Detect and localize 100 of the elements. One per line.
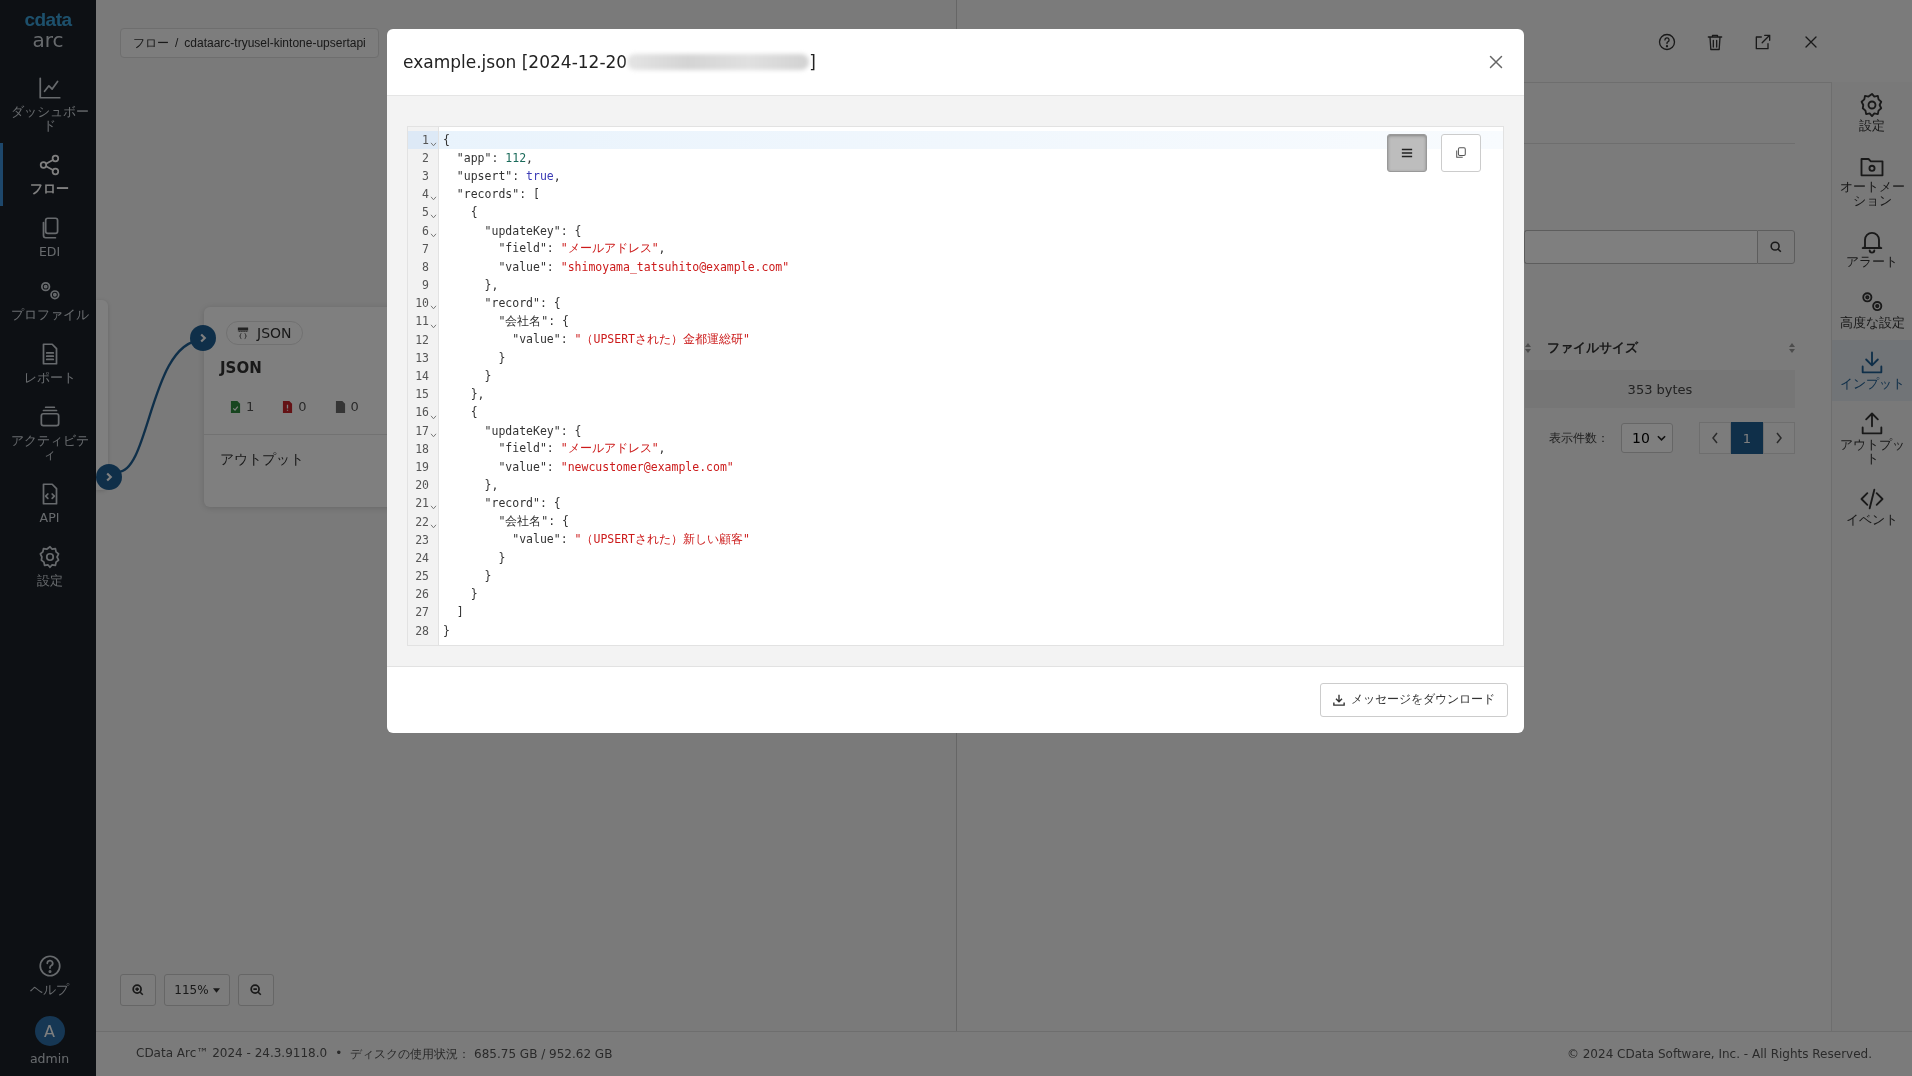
count-label: 0 [298, 399, 307, 414]
code-line: } [483, 369, 492, 384]
line-number: 5 [422, 205, 429, 220]
fold-chevron-icon[interactable] [430, 214, 437, 220]
code-line: "field": "メールアドレス", [497, 441, 666, 457]
code-line: "field": "メールアドレス", [497, 241, 666, 257]
nav-item[interactable]: ダッシュボード [0, 66, 96, 143]
code-line: } [497, 550, 506, 565]
code-line: "会社名": { [497, 514, 569, 530]
nav-item[interactable]: レポート [0, 332, 96, 395]
port-handle[interactable] [190, 325, 216, 351]
line-number: 18 [415, 441, 429, 456]
panel-tab[interactable]: 高度な設定 [1832, 279, 1912, 340]
zoom-in-icon [131, 983, 145, 997]
column-header[interactable]: ファイルサイズ [1547, 339, 1773, 357]
line-number: 7 [422, 241, 429, 256]
line-number: 28 [415, 623, 429, 638]
zoom-out-icon [249, 983, 263, 997]
fold-chevron-icon[interactable] [430, 305, 437, 311]
breadcrumb-link[interactable]: フロー [133, 34, 169, 52]
search-icon [1769, 240, 1783, 254]
fold-chevron-icon[interactable] [430, 505, 437, 511]
fold-chevron-icon[interactable] [430, 196, 437, 202]
copy-button[interactable] [1441, 133, 1481, 172]
zoom-out-button[interactable] [238, 974, 274, 1006]
fold-chevron-icon[interactable] [430, 414, 437, 420]
code-line: { [469, 405, 478, 420]
line-number: 1 [422, 132, 429, 147]
code-line: "value": "（UPSERTされた）金都運総研" [511, 332, 750, 348]
nav-item[interactable]: プロファイル [0, 269, 96, 332]
line-number: 11 [415, 314, 429, 329]
help-icon [36, 953, 63, 979]
dialog-title: example.json [2024-12-20 [403, 51, 628, 72]
output-label: アウトプット [220, 451, 304, 467]
fold-chevron-icon[interactable] [430, 141, 437, 147]
nav-item[interactable]: API [0, 472, 96, 535]
lines-icon [1401, 146, 1413, 159]
sort-icon [1789, 343, 1795, 353]
braces-icon [237, 325, 249, 341]
code-line: } [469, 587, 478, 602]
line-number: 12 [415, 332, 429, 347]
caret-icon [212, 987, 220, 993]
chevron-left-icon [1711, 432, 1719, 444]
download-button[interactable]: メッセージをダウンロード [1320, 682, 1508, 717]
line-number: 19 [415, 460, 429, 474]
line-number: 22 [415, 514, 429, 529]
file-check-icon [230, 399, 241, 414]
code-line: } [497, 350, 506, 365]
code-line: ] [455, 605, 464, 620]
line-number: 4 [422, 187, 429, 202]
panel-tab[interactable]: イベント [1832, 476, 1912, 537]
fold-chevron-icon[interactable] [430, 232, 437, 238]
panel-tab[interactable]: アウトプット [1832, 401, 1912, 476]
code-line: { [443, 132, 450, 147]
code-line: }, [483, 278, 499, 293]
copy-icon [1455, 146, 1467, 159]
nav-item[interactable]: 設定 [0, 535, 96, 598]
panel-tab[interactable]: アラート [1832, 218, 1912, 279]
zoom-dropdown[interactable]: 115% [164, 974, 230, 1006]
panel-tab[interactable]: 設定 [1832, 82, 1912, 143]
table-row[interactable]: 353 bytes [1525, 370, 1795, 408]
port-handle[interactable] [96, 464, 122, 490]
dialog-title-end: ] [809, 51, 816, 72]
file-error-icon [282, 399, 294, 414]
line-number: 27 [415, 605, 429, 620]
page-size-label: 表示件数： [1549, 429, 1609, 447]
help-link[interactable]: ヘルプ [0, 944, 96, 1007]
chevron-right-icon [1775, 432, 1783, 444]
line-number: 26 [415, 587, 429, 602]
node-title: JSON [220, 359, 262, 377]
code-line: "record": { [483, 296, 561, 311]
code-line: } [443, 623, 450, 638]
breadcrumb-link[interactable]: cdataarc-tryusel-kintone-upsertapi [184, 36, 366, 50]
line-number: 10 [415, 296, 429, 311]
line-number: 25 [415, 569, 429, 584]
zoom-in-button[interactable] [120, 974, 156, 1006]
fold-chevron-icon[interactable] [430, 323, 437, 329]
code-line: "app": 112, [455, 150, 534, 165]
code-line: "record": { [483, 496, 561, 511]
file-icon [334, 399, 346, 414]
trash-icon [1705, 32, 1725, 52]
panel-tab[interactable]: オートメーション [1832, 143, 1912, 218]
fold-chevron-icon[interactable] [430, 432, 437, 438]
search-button[interactable] [1757, 230, 1795, 264]
panel-tab[interactable]: インプット [1832, 340, 1912, 401]
page-size-select[interactable]: 10 [1621, 423, 1673, 453]
nav-item[interactable]: アクティビティ [0, 395, 96, 472]
avatar: A [34, 1016, 65, 1046]
user-menu[interactable]: A admin [0, 1007, 96, 1076]
search-field[interactable] [1524, 230, 1757, 264]
nav-item[interactable]: EDI [0, 206, 96, 269]
fold-chevron-icon[interactable] [430, 523, 437, 529]
wrap-toggle-button[interactable] [1387, 133, 1427, 172]
logo-wordmark: cdata [24, 10, 72, 30]
help-icon [1657, 32, 1677, 52]
code-line: "会社名": { [497, 314, 569, 329]
code-line: "upsert": true, [455, 169, 561, 183]
version-text: CData Arc™ 2024 - 24.3.9118.0 [136, 1045, 328, 1062]
line-number: 3 [422, 169, 429, 183]
page-button[interactable]: 1 [1731, 422, 1763, 454]
